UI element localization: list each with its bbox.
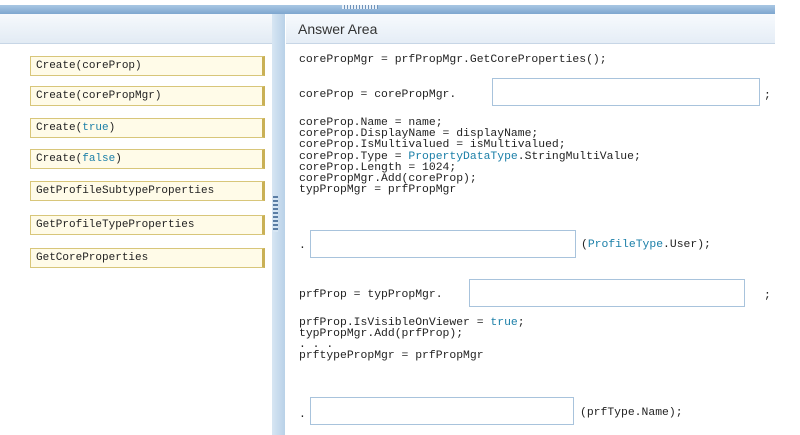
code-line: coreProp = corePropMgr. (299, 89, 457, 101)
option-getprofiletypeproperties[interactable]: GetProfileTypeProperties (30, 215, 265, 235)
option-text: Create( (36, 60, 83, 72)
code-line: coreProp.IsMultivalued = isMultivalued; (299, 139, 566, 151)
code-semicolon: ; (764, 90, 771, 102)
option-text: Create( (36, 122, 83, 134)
option-text: ) (115, 153, 122, 165)
answer-area-title: Answer Area (298, 21, 378, 37)
code-semicolon: ; (764, 290, 771, 302)
option-create-coreprop[interactable]: Create(coreProp) (30, 56, 265, 76)
option-text: GetProfileTypeProperties (36, 219, 195, 231)
option-arg: corePropMgr (82, 90, 155, 102)
answer-slot-4[interactable] (310, 397, 574, 425)
code-line: typPropMgr = prfPropMgr (299, 184, 457, 196)
code-keyword: ProfileType (587, 239, 664, 251)
option-text: ) (135, 60, 142, 72)
code-text: .User); (663, 239, 711, 251)
option-text: GetCoreProperties (36, 252, 149, 264)
resize-handle[interactable] (342, 5, 378, 9)
option-getprofilesubtypeproperties[interactable]: GetProfileSubtypeProperties (30, 181, 265, 201)
code-text: ; (517, 317, 525, 329)
option-arg-keyword: false (82, 153, 116, 165)
answer-slot-2[interactable] (310, 230, 576, 258)
option-getcoreproperties[interactable]: GetCoreProperties (30, 248, 265, 268)
option-text: ) (108, 122, 116, 134)
code-keyword: true (490, 317, 518, 329)
option-create-false[interactable]: Create(false) (30, 149, 265, 169)
code-text: .StringMultiValue; (517, 151, 641, 163)
code-line: prftypePropMgr = prfPropMgr (299, 350, 484, 362)
top-bar (0, 5, 775, 14)
code-dot: . (299, 409, 306, 421)
code-text: ( (581, 239, 588, 251)
option-create-true[interactable]: Create(true) (30, 118, 265, 138)
option-text: ) (154, 90, 162, 102)
option-create-corepropmgr[interactable]: Create(corePropMgr) (30, 86, 265, 106)
splitter-grip[interactable] (273, 196, 278, 232)
option-text: Create( (36, 90, 83, 102)
code-line: prfProp = typPropMgr. (299, 289, 443, 301)
option-text: Create( (36, 153, 83, 165)
answer-slot-3[interactable] (469, 279, 745, 307)
code-dot: . (299, 240, 306, 252)
code-line: corePropMgr = prfPropMgr.GetCoreProperti… (299, 54, 607, 66)
code-line: (ProfileType.User); (581, 239, 711, 251)
code-line: (prfType.Name); (580, 407, 683, 419)
options-header (0, 14, 272, 44)
option-text: GetProfileSubtypeProperties (36, 185, 215, 197)
option-arg-keyword: true (82, 122, 109, 134)
answer-slot-1[interactable] (492, 78, 760, 106)
option-arg: coreProp (82, 60, 136, 72)
